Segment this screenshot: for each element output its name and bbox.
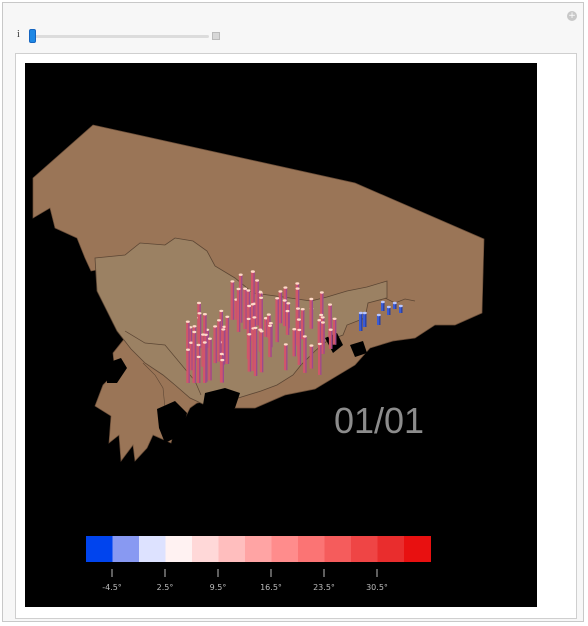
legend-swatch [271, 536, 299, 562]
slider-track[interactable] [33, 35, 209, 38]
color-legend: -4.5° 2.5° 9.5° 16.5° 23.5° 30.5° [86, 536, 431, 592]
add-icon[interactable]: + [567, 11, 577, 21]
legend-swatch [86, 536, 113, 562]
slider-expand-icon[interactable] [212, 32, 220, 40]
legend-swatch [324, 536, 352, 562]
legend-tick-label: 23.5° [313, 583, 335, 592]
legend-tick-label: 9.5° [210, 583, 227, 592]
legend-swatch [139, 536, 166, 562]
legend-swatch [377, 536, 405, 562]
legend-tick-label: 2.5° [157, 583, 174, 592]
legend-swatch [112, 536, 140, 562]
map-graphic: 01/01 -4.5° 2.5° 9.5° 16.5° 23.5° 30.5° [25, 63, 537, 607]
legend-tick-label: 16.5° [260, 583, 282, 592]
legend-swatch [404, 536, 431, 562]
legend-swatch [192, 536, 219, 562]
legend-swatch [298, 536, 325, 562]
legend-swatch [165, 536, 193, 562]
slider-variable-label: i [17, 29, 20, 40]
legend-tick-label: 30.5° [366, 583, 388, 592]
slider-control: i [15, 29, 225, 43]
legend-swatch [351, 536, 378, 562]
legend-swatch [245, 536, 272, 562]
slider-thumb[interactable] [29, 29, 36, 43]
legend-swatch [218, 536, 246, 562]
legend-tick-label: -4.5° [102, 583, 122, 592]
